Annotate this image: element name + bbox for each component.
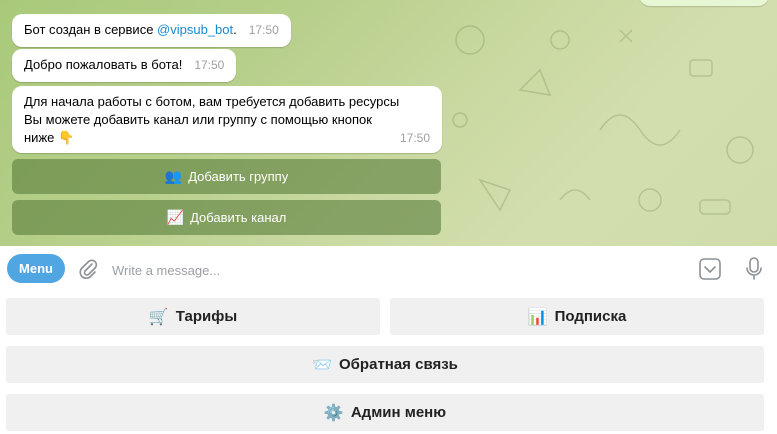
bot-mention-link[interactable]: @vipsub_bot [157,22,233,37]
chart-increasing-icon: 📈 [166,209,185,225]
chat-area: Бот создан в сервисе @vipsub_bot. 17:50 Д… [0,0,777,246]
shopping-cart-icon: 🛒 [148,308,169,326]
message-bubble: Добро пожаловать в бота! 17:50 [12,49,237,82]
admin-menu-button[interactable]: ⚙️ Админ меню [6,394,764,431]
group-icon: 👥 [164,168,183,184]
message-bubble: Для начала работы с ботом, вам требуется… [12,86,442,153]
bar-chart-icon: 📊 [527,308,548,326]
message-line: ниже [24,130,55,145]
menu-button[interactable]: Menu [7,254,65,283]
message-composer: Menu [0,246,777,292]
tariffs-button[interactable]: 🛒 Тарифы [6,298,380,335]
add-group-label: Добавить группу [188,169,289,184]
admin-menu-label: Админ меню [350,404,447,421]
message-line: Вы можете добавить канал или группу с по… [24,112,372,127]
add-channel-label: Добавить канал [190,210,287,225]
keyboard-toggle-icon[interactable] [699,258,721,280]
message-line: Для начала работы с ботом, вам требуется… [24,94,400,109]
add-group-button[interactable]: 👥 Добавить группу [12,159,441,194]
gear-icon: ⚙️ [323,404,344,422]
microphone-icon[interactable] [744,257,764,281]
subscription-button[interactable]: 📊 Подписка [390,298,764,335]
message-text: Добро пожаловать в бота! [24,57,183,72]
message-input[interactable] [110,258,674,282]
message-text-end: . [233,22,237,37]
incoming-envelope-icon: 📨 [312,356,332,374]
message-time: 17:50 [194,58,225,72]
feedback-button[interactable]: 📨 Обратная связь [6,346,764,383]
subscription-label: Подписка [554,308,627,325]
message-text: Бот создан в сервисе [24,22,158,37]
tariffs-label: Тарифы [175,308,238,325]
pointing-down-emoji: 👇 [58,130,75,145]
message-bubble: Бот создан в сервисе @vipsub_bot. 17:50 [12,14,291,47]
feedback-label: Обратная связь [339,356,458,373]
outgoing-message-partial [639,0,769,6]
message-time: 17:50 [248,23,279,37]
message-time: 17:50 [399,131,430,145]
paperclip-icon[interactable] [78,258,98,280]
add-channel-button[interactable]: 📈 Добавить канал [12,200,441,235]
